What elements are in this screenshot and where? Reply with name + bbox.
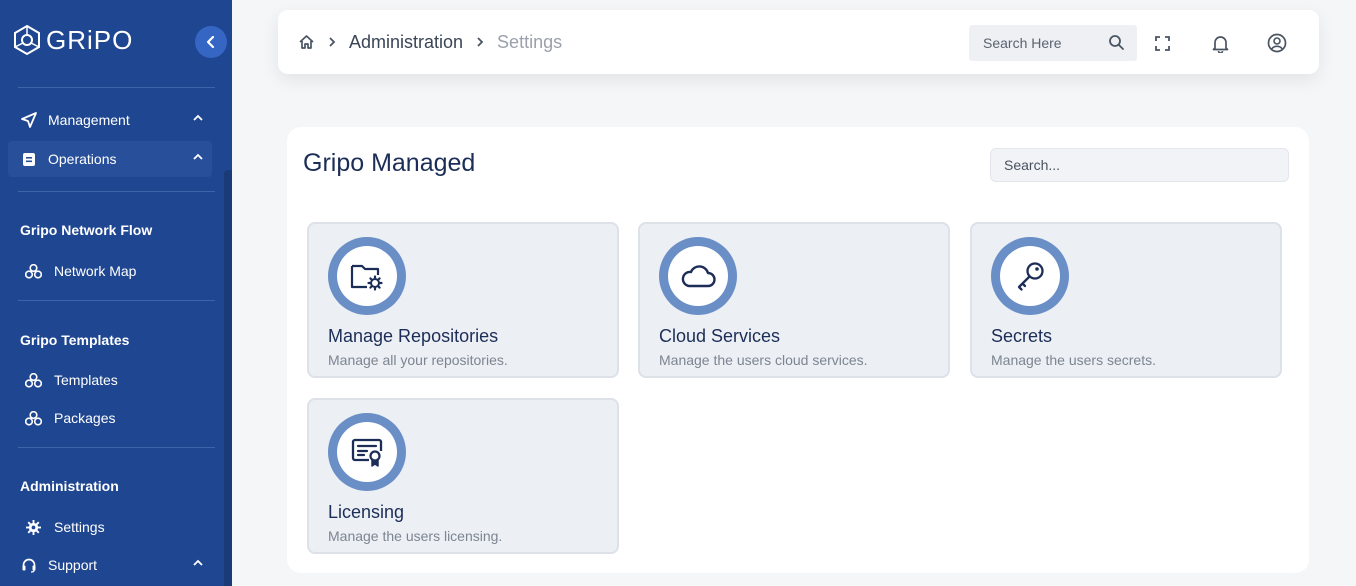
section-title-network-flow: Gripo Network Flow — [20, 222, 153, 238]
sidebar-divider — [18, 87, 215, 88]
card-description: Manage the users secrets. — [991, 352, 1156, 368]
fullscreen-icon[interactable] — [1151, 32, 1173, 54]
card-description: Manage the users licensing. — [328, 528, 503, 544]
card-licensing[interactable]: Licensing Manage the users licensing. — [307, 398, 619, 554]
card-title: Licensing — [328, 502, 405, 522]
chevron-up-icon — [193, 114, 203, 121]
cubes-icon — [24, 262, 42, 280]
sidebar-item-label: Operations — [48, 151, 117, 167]
sidebar-item-management[interactable]: Management — [8, 102, 212, 138]
bell-icon[interactable] — [1209, 32, 1231, 54]
card-secrets[interactable]: Secrets Manage the users secrets. — [970, 222, 1282, 378]
sidebar: GRiPO Management Operations Gripo Networ… — [0, 0, 232, 586]
headset-icon — [20, 556, 38, 574]
top-bar: Administration Settings — [278, 10, 1319, 74]
card-icon-ring — [328, 413, 406, 491]
global-search-input[interactable] — [983, 35, 1101, 51]
send-icon — [20, 111, 38, 129]
sidebar-divider — [18, 191, 215, 192]
card-description: Manage the users cloud services. — [659, 352, 868, 368]
card-icon-ring — [328, 237, 406, 315]
home-icon[interactable] — [298, 34, 315, 50]
sidebar-item-label: Support — [48, 557, 98, 573]
sidebar-collapse-button[interactable] — [195, 26, 227, 58]
certificate-icon — [351, 438, 383, 467]
gripo-managed-panel: Gripo Managed Manage Repositories — [287, 127, 1309, 573]
section-title-administration: Administration — [20, 478, 119, 494]
brand-logo[interactable]: GRiPO — [12, 24, 133, 56]
card-cloud-services[interactable]: Cloud Services Manage the users cloud se… — [638, 222, 950, 378]
page-title: Gripo Managed — [303, 149, 476, 177]
sidebar-item-operations[interactable]: Operations — [8, 141, 212, 177]
logo-icon — [14, 24, 40, 56]
sidebar-item-label: Management — [48, 112, 130, 128]
global-search — [969, 25, 1137, 61]
card-title: Secrets — [991, 326, 1053, 346]
sidebar-item-network-map[interactable]: Network Map — [24, 256, 214, 286]
card-icon-ring — [659, 237, 737, 315]
gear-icon — [24, 518, 42, 536]
card-description: Manage all your repositories. — [328, 352, 508, 368]
panel-search-input[interactable] — [990, 148, 1289, 182]
chevron-right-icon — [477, 37, 484, 47]
sidebar-scrollbar[interactable] — [224, 170, 232, 586]
cloud-icon — [681, 265, 716, 288]
breadcrumb-current: Settings — [497, 31, 563, 52]
card-title: Cloud Services — [659, 326, 781, 346]
sidebar-item-label: Packages — [54, 410, 116, 426]
folder-gear-icon — [350, 264, 383, 291]
sidebar-item-packages[interactable]: Packages — [24, 403, 214, 433]
key-icon — [1017, 262, 1044, 291]
chevron-right-icon — [329, 37, 336, 47]
sidebar-item-templates[interactable]: Templates — [24, 365, 214, 395]
card-title: Manage Repositories — [328, 326, 499, 346]
chevron-up-icon — [193, 153, 203, 160]
sidebar-item-support[interactable]: Support — [8, 547, 212, 583]
breadcrumb-administration[interactable]: Administration — [349, 32, 463, 53]
section-title-templates: Gripo Templates — [20, 332, 130, 348]
search-icon[interactable] — [1108, 34, 1125, 56]
clipboard-icon — [20, 150, 38, 168]
sidebar-item-settings[interactable]: Settings — [24, 512, 214, 542]
sidebar-item-label: Settings — [54, 519, 105, 535]
sidebar-divider — [18, 447, 215, 448]
card-icon-ring — [991, 237, 1069, 315]
breadcrumb: Administration Settings — [298, 10, 562, 74]
cubes-icon — [24, 409, 42, 427]
sidebar-divider — [18, 300, 215, 301]
sidebar-item-label: Network Map — [54, 263, 137, 279]
cubes-icon — [24, 371, 42, 389]
brand-name: GRiPO — [46, 24, 134, 55]
user-avatar-icon[interactable] — [1266, 32, 1288, 54]
chevron-up-icon — [193, 559, 203, 566]
chevron-left-icon — [206, 35, 215, 49]
card-manage-repositories[interactable]: Manage Repositories Manage all your repo… — [307, 222, 619, 378]
sidebar-item-label: Templates — [54, 372, 118, 388]
